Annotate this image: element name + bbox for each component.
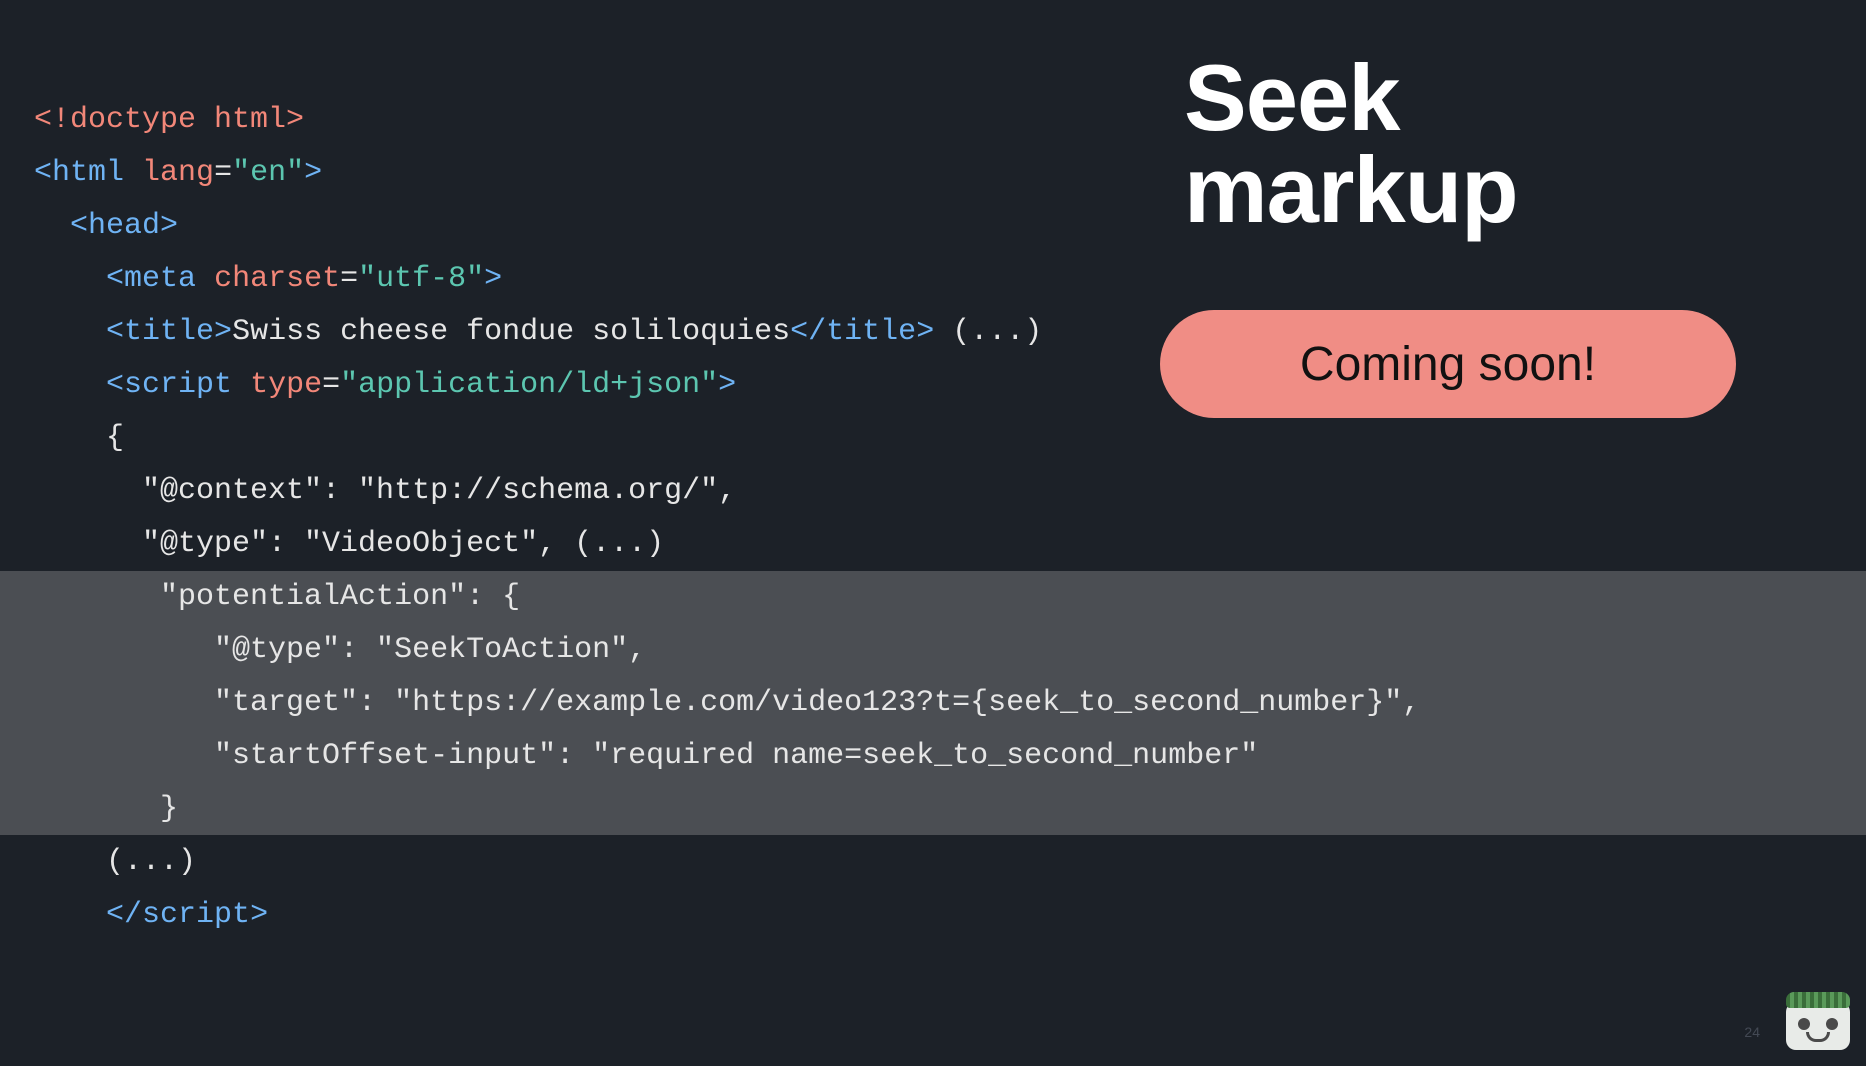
doctype: <!doctype html> xyxy=(34,103,304,137)
json-ellipsis: (...) xyxy=(106,845,196,879)
json-action-type: "@type": "SeekToAction", xyxy=(106,633,646,667)
space xyxy=(196,262,214,296)
title-close-bracket: > xyxy=(214,315,232,349)
script-tag: script xyxy=(124,368,232,402)
title-end-close: > xyxy=(916,315,934,349)
script-close-bracket: > xyxy=(718,368,736,402)
code-block: <!doctype html> <html lang="en"> <head> … xyxy=(34,94,1420,942)
meta-open-bracket: < xyxy=(106,262,124,296)
json-context: "@context": "http://schema.org/", xyxy=(106,474,736,508)
head-close-bracket: > xyxy=(160,209,178,243)
bot-icon xyxy=(1784,992,1852,1052)
type-attr: type xyxy=(250,368,322,402)
space xyxy=(232,368,250,402)
title-ellipsis: (...) xyxy=(934,315,1042,349)
title-end-tag: title xyxy=(826,315,916,349)
charset-value: "utf-8" xyxy=(358,262,484,296)
slide-number: 24 xyxy=(1744,1024,1760,1040)
meta-close-bracket: > xyxy=(484,262,502,296)
json-close-action: } xyxy=(106,792,178,826)
json-type: "@type": "VideoObject", (...) xyxy=(106,527,664,561)
html-open-bracket: < xyxy=(34,156,52,190)
equals: = xyxy=(214,156,232,190)
head-open-bracket: < xyxy=(70,209,88,243)
title-open-bracket: < xyxy=(106,315,124,349)
equals: = xyxy=(340,262,358,296)
html-close-bracket: > xyxy=(304,156,322,190)
space xyxy=(124,156,142,190)
json-start-offset: "startOffset-input": "required name=seek… xyxy=(106,739,1258,773)
title-end-open: </ xyxy=(790,315,826,349)
script-end-tag: script xyxy=(142,898,250,932)
script-end-open: </ xyxy=(106,898,142,932)
type-value: "application/ld+json" xyxy=(340,368,718,402)
lang-value: "en" xyxy=(232,156,304,190)
title-text: Swiss cheese fondue soliloquies xyxy=(232,315,790,349)
html-tag: html xyxy=(52,156,124,190)
script-end-close: > xyxy=(250,898,268,932)
title-tag: title xyxy=(124,315,214,349)
meta-tag: meta xyxy=(124,262,196,296)
script-open-bracket: < xyxy=(106,368,124,402)
head-tag: head xyxy=(88,209,160,243)
json-target: "target": "https://example.com/video123?… xyxy=(106,686,1420,720)
lang-attr: lang xyxy=(142,156,214,190)
json-open-brace: { xyxy=(106,421,124,455)
equals: = xyxy=(322,368,340,402)
charset-attr: charset xyxy=(214,262,340,296)
json-potential-action: "potentialAction": { xyxy=(106,580,520,614)
